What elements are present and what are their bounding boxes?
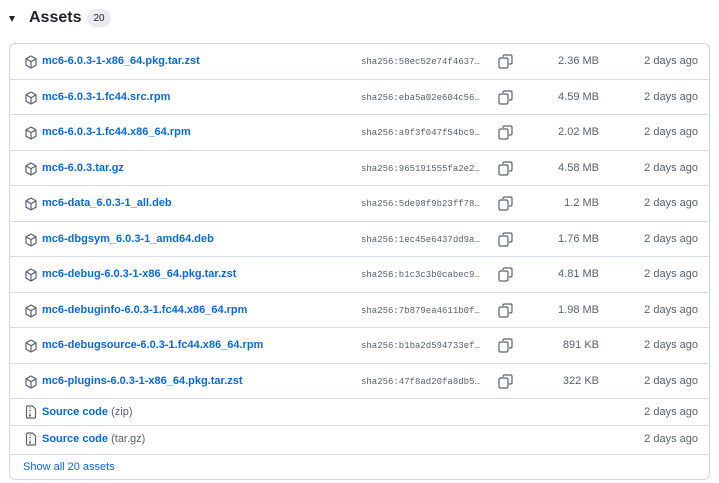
asset-name-link[interactable]: mc6-6.0.3-1-x86_64.pkg.tar.zst [42, 55, 200, 67]
asset-name-link[interactable]: mc6-debuginfo-6.0.3-1.fc44.x86_64.rpm [42, 304, 247, 316]
asset-date: 2 days ago [644, 162, 698, 174]
source-code-suffix: (tar.gz) [111, 433, 146, 445]
copy-icon[interactable] [498, 267, 513, 282]
asset-row: mc6-6.0.3-1.fc44.x86_64.rpm sha256:a9f3f… [10, 114, 709, 149]
asset-size: 4.81 MB [558, 268, 599, 280]
asset-row: mc6-6.0.3-1-x86_64.pkg.tar.zst sha256:58… [10, 44, 709, 79]
asset-row: mc6-plugins-6.0.3-1-x86_64.pkg.tar.zst s… [10, 363, 709, 398]
source-code-zip-link[interactable]: Source code (zip) [42, 406, 132, 418]
asset-date: 2 days ago [644, 91, 698, 103]
assets-list: mc6-6.0.3-1-x86_64.pkg.tar.zst sha256:58… [9, 43, 710, 480]
package-icon [25, 304, 37, 318]
package-icon [25, 126, 37, 140]
asset-sha: sha256:eba5a02e604c56… [361, 93, 480, 103]
asset-date: 2 days ago [644, 339, 698, 351]
asset-row: mc6-debuginfo-6.0.3-1.fc44.x86_64.rpm sh… [10, 292, 709, 327]
package-icon [25, 268, 37, 282]
assets-title: Assets [29, 9, 82, 26]
asset-date: 2 days ago [644, 304, 698, 316]
asset-name-link[interactable]: mc6-debug-6.0.3-1-x86_64.pkg.tar.zst [42, 268, 236, 280]
caret-down-icon[interactable] [9, 15, 15, 22]
asset-date: 2 days ago [644, 268, 698, 280]
asset-date: 2 days ago [644, 375, 698, 387]
copy-icon[interactable] [498, 196, 513, 211]
copy-icon[interactable] [498, 54, 513, 69]
asset-name-link[interactable]: mc6-6.0.3-1.fc44.src.rpm [42, 91, 170, 103]
asset-row: mc6-6.0.3-1.fc44.src.rpm sha256:eba5a02e… [10, 79, 709, 114]
assets-count-badge: 20 [87, 9, 111, 27]
asset-row: mc6-debugsource-6.0.3-1.fc44.x86_64.rpm … [10, 327, 709, 362]
asset-row: mc6-6.0.3.tar.gz sha256:965191555fa2e2… … [10, 150, 709, 185]
asset-date: 2 days ago [644, 197, 698, 209]
asset-date: 2 days ago [644, 233, 698, 245]
source-code-label: Source code [42, 433, 109, 445]
asset-size: 2.36 MB [558, 55, 599, 67]
show-all-assets-link[interactable]: Show all 20 assets [23, 461, 115, 473]
asset-sha: sha256:5de98f9b23ff78… [361, 199, 480, 209]
asset-date: 2 days ago [644, 126, 698, 138]
source-code-targz-link[interactable]: Source code (tar.gz) [42, 433, 145, 445]
source-code-date: 2 days ago [644, 433, 698, 445]
asset-size: 2.02 MB [558, 126, 599, 138]
assets-footer: Show all 20 assets [10, 454, 709, 479]
asset-sha: sha256:965191555fa2e2… [361, 164, 480, 174]
package-icon [25, 233, 37, 247]
source-code-date: 2 days ago [644, 406, 698, 418]
package-icon [25, 197, 37, 211]
asset-size: 322 KB [562, 375, 599, 387]
package-icon [25, 91, 37, 105]
file-zip-icon [25, 405, 37, 419]
copy-icon[interactable] [498, 338, 513, 353]
asset-size: 1.98 MB [558, 304, 599, 316]
package-icon [25, 55, 37, 69]
asset-sha: sha256:58ec52e74f4637… [361, 57, 480, 67]
source-code-label: Source code [42, 406, 109, 418]
copy-icon[interactable] [498, 374, 513, 389]
asset-sha: sha256:47f8ad20fa8db5… [361, 377, 480, 387]
asset-sha: sha256:1ec45e6437dd9a… [361, 235, 480, 245]
package-icon [25, 339, 37, 353]
copy-icon[interactable] [498, 125, 513, 140]
asset-size: 4.58 MB [558, 162, 599, 174]
package-icon [25, 375, 37, 389]
asset-sha: sha256:7b879ea4611b0f… [361, 306, 480, 316]
asset-row: mc6-dbgsym_6.0.3-1_amd64.deb sha256:1ec4… [10, 221, 709, 256]
file-zip-icon [25, 432, 37, 446]
asset-row: mc6-data_6.0.3-1_all.deb sha256:5de98f9b… [10, 185, 709, 220]
asset-date: 2 days ago [644, 55, 698, 67]
asset-size: 891 KB [562, 339, 599, 351]
copy-icon[interactable] [498, 90, 513, 105]
asset-size: 1.2 MB [564, 197, 599, 209]
asset-sha: sha256:a9f3f047f54bc9… [361, 128, 480, 138]
source-code-row: Source code (zip) 2 days ago [10, 398, 709, 425]
copy-icon[interactable] [498, 303, 513, 318]
asset-name-link[interactable]: mc6-dbgsym_6.0.3-1_amd64.deb [42, 233, 214, 245]
asset-size: 1.76 MB [558, 233, 599, 245]
asset-sha: sha256:b1ba2d594733ef… [361, 341, 480, 351]
asset-sha: sha256:b1c3c3b0cabec9… [361, 270, 480, 280]
asset-name-link[interactable]: mc6-plugins-6.0.3-1-x86_64.pkg.tar.zst [42, 375, 243, 387]
source-code-suffix: (zip) [111, 406, 133, 418]
assets-header[interactable]: Assets 20 [9, 8, 111, 28]
asset-row: mc6-debug-6.0.3-1-x86_64.pkg.tar.zst sha… [10, 256, 709, 291]
asset-size: 4.59 MB [558, 91, 599, 103]
package-icon [25, 162, 37, 176]
source-code-row: Source code (tar.gz) 2 days ago [10, 425, 709, 452]
asset-name-link[interactable]: mc6-6.0.3.tar.gz [42, 162, 124, 174]
asset-name-link[interactable]: mc6-6.0.3-1.fc44.x86_64.rpm [42, 126, 191, 138]
asset-name-link[interactable]: mc6-data_6.0.3-1_all.deb [42, 197, 172, 209]
copy-icon[interactable] [498, 161, 513, 176]
asset-name-link[interactable]: mc6-debugsource-6.0.3-1.fc44.x86_64.rpm [42, 339, 263, 351]
copy-icon[interactable] [498, 232, 513, 247]
